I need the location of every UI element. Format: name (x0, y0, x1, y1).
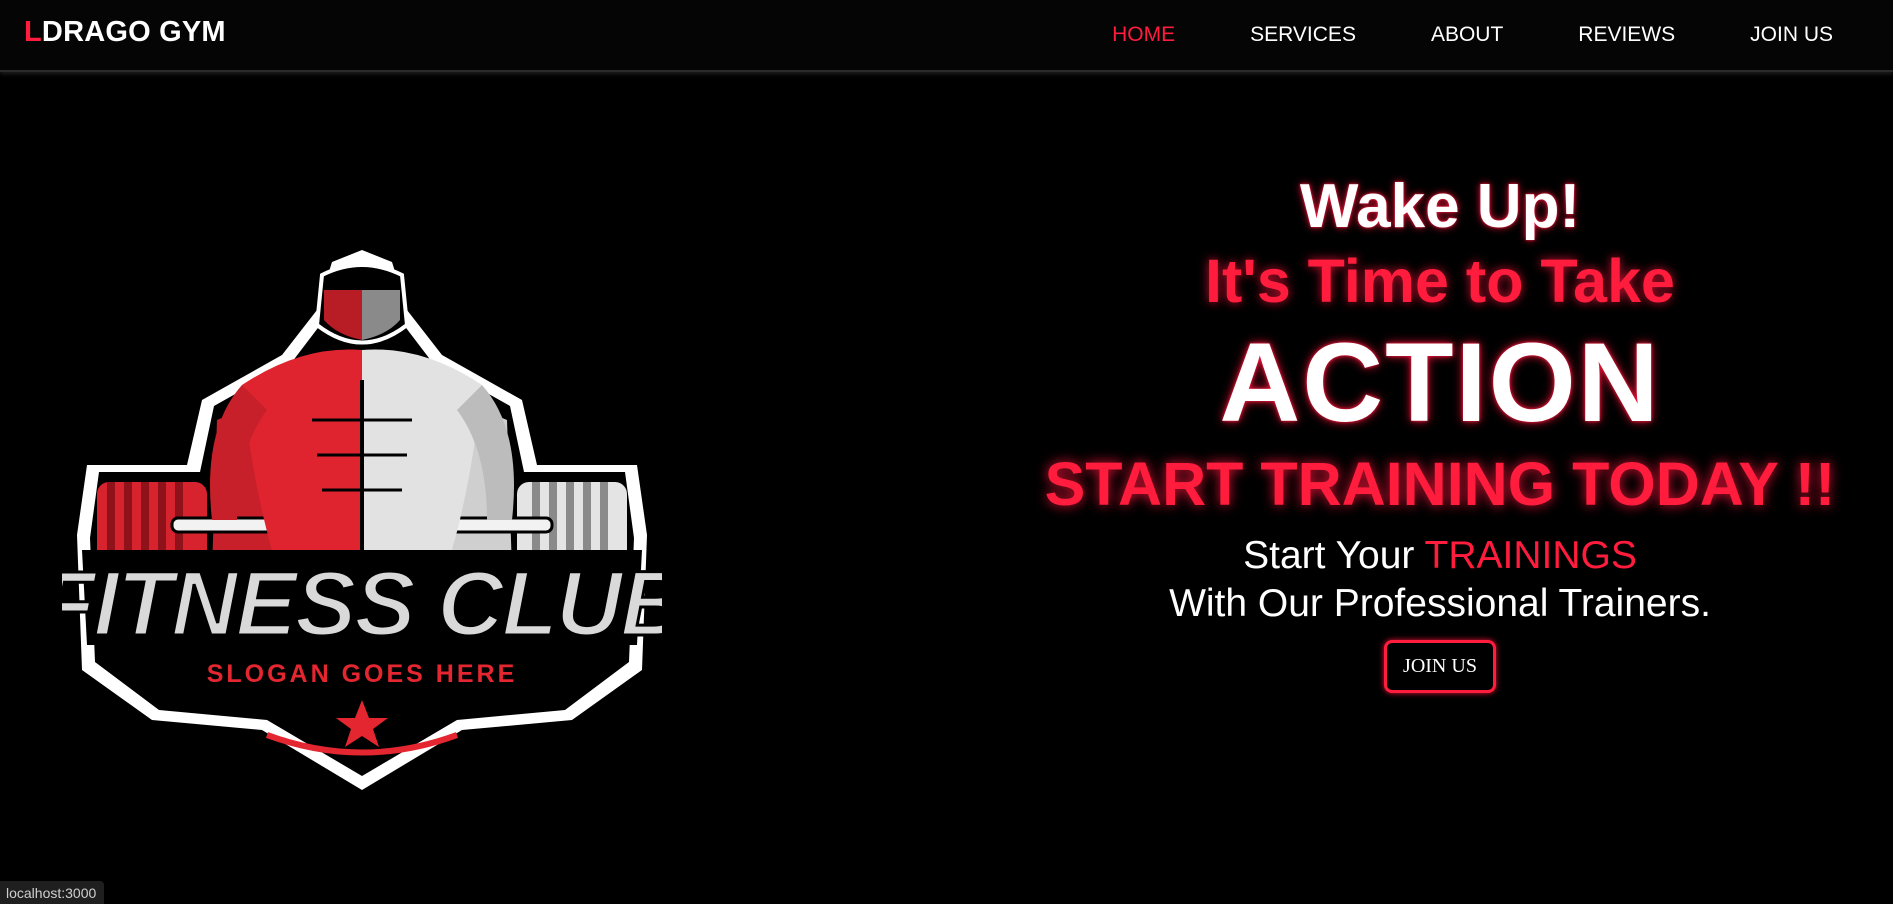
hero-subtitle-highlight: TRAININGS (1424, 534, 1637, 577)
join-us-button[interactable]: JOIN US (1384, 640, 1496, 693)
hero-subtitle-line2: With Our Professional Trainers. (1169, 582, 1711, 625)
hero-line-wake-up: Wake Up! (1299, 172, 1581, 241)
nav-link-home[interactable]: HOME (1112, 23, 1175, 47)
nav-links: HOME SERVICES ABOUT REVIEWS JOIN US (1037, 0, 1833, 70)
nav-link-services[interactable]: SERVICES (1250, 23, 1356, 47)
logo-slogan: SLOGAN GOES HERE (207, 660, 518, 688)
weightlifter-emblem-icon: FITNESS CLUB SLOGAN GOES HERE (38, 250, 688, 790)
brand-logo-text[interactable]: LDRAGO GYM (24, 16, 226, 49)
nav-link-about[interactable]: ABOUT (1431, 23, 1503, 47)
hero-line-start-training: START TRAINING TODAY !! (1044, 450, 1836, 518)
brand-initial: L (24, 16, 42, 48)
hero-section: Wake Up! It's Time to Take ACTION START … (1010, 170, 1870, 693)
page: LDRAGO GYM HOME SERVICES ABOUT REVIEWS J… (0, 0, 1893, 904)
nav-link-join-us[interactable]: JOIN US (1750, 23, 1833, 47)
navbar: LDRAGO GYM HOME SERVICES ABOUT REVIEWS J… (0, 0, 1893, 72)
hero-line-action: ACTION (1219, 320, 1661, 445)
hero-subtitle-prefix: Start Your (1243, 534, 1425, 577)
nav-link-reviews[interactable]: REVIEWS (1578, 23, 1675, 47)
hero-line-time-to-take: It's Time to Take (1205, 247, 1675, 315)
fitness-club-logo: FITNESS CLUB SLOGAN GOES HERE (38, 250, 688, 800)
logo-title: FITNESS CLUB (62, 553, 662, 655)
browser-status-url: localhost:3000 (0, 881, 105, 904)
brand-name: DRAGO GYM (41, 16, 226, 48)
hero-subtitle: Start Your TRAININGS With Our Profession… (1010, 532, 1870, 628)
